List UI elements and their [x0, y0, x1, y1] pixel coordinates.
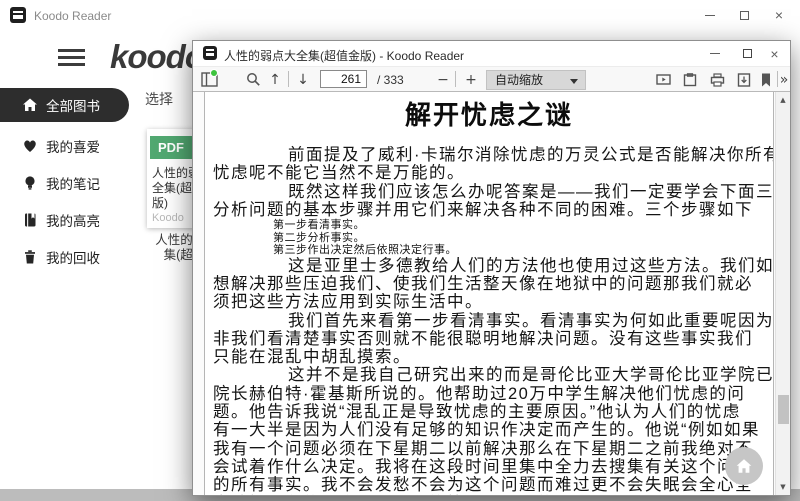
open-file-icon	[683, 73, 697, 87]
print-button[interactable]	[706, 69, 728, 90]
text-line: 院长赫伯特·霍基斯所说的。他帮助过20万中学生解决他们忧虑的问	[213, 385, 765, 403]
sidebar-item-notes[interactable]: 我的笔记	[0, 166, 129, 200]
notebook-icon	[22, 212, 38, 228]
koodo-app-icon	[10, 7, 26, 23]
vertical-scrollbar[interactable]: ▲ ▼	[775, 92, 790, 495]
reader-titlebar: 人性的弱点大全集(超值金版) - Koodo Reader ×	[193, 41, 790, 66]
main-titlebar: Koodo Reader ×	[0, 0, 800, 30]
menu-icon[interactable]	[58, 49, 85, 66]
sidebar-item-label: 全部图书	[46, 95, 100, 115]
presentation-mode-button[interactable]	[652, 69, 674, 90]
pdf-viewer: 解开忧虑之谜 前面提及了威利·卡瑞尔消除忧虑的万灵公式是否能解决你所有的忧虑呢不…	[193, 92, 790, 495]
close-icon: ×	[770, 47, 778, 61]
text-line: 非我们看清楚事实否则就不能很聪明地解决问题。没有这些事实我们	[213, 330, 765, 348]
trash-icon	[22, 249, 38, 265]
close-icon: ×	[775, 8, 783, 22]
page-body: 前面提及了威利·卡瑞尔消除忧虑的万灵公式是否能解决你所有的忧虑呢不能它当然不是万…	[213, 146, 765, 495]
home-icon	[735, 457, 753, 475]
back-to-library-button[interactable]	[725, 447, 763, 485]
scroll-down-icon[interactable]: ▼	[776, 483, 790, 491]
text-line: 既然这样我们应该怎么办呢答案是——我们一定要学会下面三个	[213, 183, 765, 201]
text-line: 第三步作出决定然后依照决定行事。	[273, 244, 765, 257]
scroll-up-icon[interactable]: ▲	[776, 96, 790, 104]
previous-page-button[interactable]: ↑	[265, 69, 285, 90]
text-line: 第一步看清事实。	[273, 219, 765, 232]
heart-icon	[22, 138, 38, 154]
sidebar-item-label: 我的笔记	[46, 173, 100, 193]
text-line: 我们首先来看第一步看清事实。看清事实为何如此重要呢因为除	[213, 312, 765, 330]
text-line: 的所有事实。我不会发愁不会为这个问题而难过更不会失眠会全心全	[213, 476, 765, 494]
chapter-title: 解开忧虑之谜	[205, 95, 773, 132]
toolbar-separator	[455, 71, 456, 87]
koodo-logo: koodo	[110, 38, 204, 76]
scrollbar-thumb[interactable]	[778, 395, 789, 424]
minimize-button[interactable]	[693, 0, 727, 30]
minimize-icon	[710, 53, 720, 54]
text-line: 前面提及了威利·卡瑞尔消除忧虑的万灵公式是否能解决你所有的	[213, 146, 765, 164]
download-icon	[737, 73, 751, 87]
bookmark-button[interactable]	[757, 69, 775, 90]
zoom-select-value: 自动缩放	[495, 73, 543, 87]
sidebar-item-label: 我的高亮	[46, 210, 100, 230]
zoom-out-button[interactable]: −	[433, 69, 453, 90]
close-button[interactable]: ×	[762, 0, 796, 30]
sidebar-item-label: 我的回收	[46, 247, 100, 267]
print-icon	[710, 73, 725, 87]
page-total-label: / 333	[377, 73, 404, 87]
text-line: 有一大半是因为人们没有足够的知识作决定而产生的。他说“例如如果	[213, 421, 765, 439]
maximize-icon	[743, 49, 752, 58]
sidebar-item-all-books[interactable]: 全部图书	[0, 88, 129, 122]
sidebar-item-trash[interactable]: 我的回收	[0, 240, 129, 274]
sidebar-item-highlights[interactable]: 我的高亮	[0, 203, 129, 237]
text-line: 会试着作什么决定。我将在这段时间里集中全力去搜集有关这个问题	[213, 458, 765, 476]
text-line: 分析问题的基本步骤并用它们来解决各种不同的困难。三个步骤如下	[213, 201, 765, 219]
next-page-button[interactable]: ↓	[293, 69, 313, 90]
select-mode-button[interactable]: 选择	[145, 89, 173, 109]
maximize-icon	[740, 11, 749, 20]
download-button[interactable]	[733, 69, 755, 90]
search-icon	[246, 72, 261, 87]
sidebar-item-favorites[interactable]: 我的喜爱	[0, 129, 129, 163]
bookmark-icon	[761, 73, 771, 87]
text-line: 只能在混乱中胡乱摸索。	[213, 348, 765, 366]
zoom-in-button[interactable]: +	[461, 69, 481, 90]
reader-window-title: 人性的弱点大全集(超值金版) - Koodo Reader	[224, 47, 464, 64]
text-line: 须把这些方法应用到实际生活中。	[213, 293, 765, 311]
text-line: 这是亚里士多德教给人们的方法他也使用过这些方法。我们如果	[213, 257, 765, 275]
sidebar-item-label: 我的喜爱	[46, 136, 100, 156]
text-line: 想解决那些压迫我们、使我们生活整天像在地狱中的问题那我们就必	[213, 275, 765, 293]
main-window-title: Koodo Reader	[34, 9, 111, 23]
koodo-app-icon	[203, 46, 217, 60]
close-button[interactable]: ×	[759, 41, 790, 66]
home-icon	[22, 97, 38, 113]
search-button[interactable]	[242, 69, 264, 90]
presentation-icon	[656, 73, 671, 87]
more-tools-button[interactable]: »	[778, 69, 790, 90]
bulb-icon	[22, 175, 38, 191]
minimize-icon	[705, 15, 715, 16]
text-line: 题。他告诉我说“混乱正是导致忧虑的主要原因。”他认为人们的忧虑	[213, 403, 765, 421]
pdf-page: 解开忧虑之谜 前面提及了威利·卡瑞尔消除忧虑的万灵公式是否能解决你所有的忧虑呢不…	[204, 92, 774, 495]
toolbar-separator	[288, 71, 289, 87]
screen: Koodo Reader × koodo 全部图书 我的喜爱 我的笔记	[0, 0, 800, 501]
pdf-toolbar: ↑ ↓ / 333 − + 自动缩放	[193, 66, 790, 92]
text-line: 这并不是我自己研究出来的而是哥伦比亚大学哥伦比亚学院已故	[213, 366, 765, 384]
text-line: 第二步分析事实。	[273, 232, 765, 245]
text-line: 忧虑呢不能它当然不是万能的。	[213, 164, 765, 182]
text-line: 我有一个问题必须在下星期二以前解决那么在下星期二之前我绝对不	[213, 440, 765, 458]
page-number-input[interactable]	[320, 70, 367, 88]
maximize-button[interactable]	[727, 0, 761, 30]
sync-status-dot	[210, 69, 218, 77]
minimize-button[interactable]	[699, 41, 730, 66]
reader-window: 人性的弱点大全集(超值金版) - Koodo Reader × ↑ ↓ / 33…	[192, 40, 791, 496]
open-file-button[interactable]	[679, 69, 701, 90]
zoom-select[interactable]: 自动缩放	[486, 70, 586, 90]
book-card-author: Koodo	[152, 212, 184, 224]
chevron-down-icon	[570, 79, 578, 84]
